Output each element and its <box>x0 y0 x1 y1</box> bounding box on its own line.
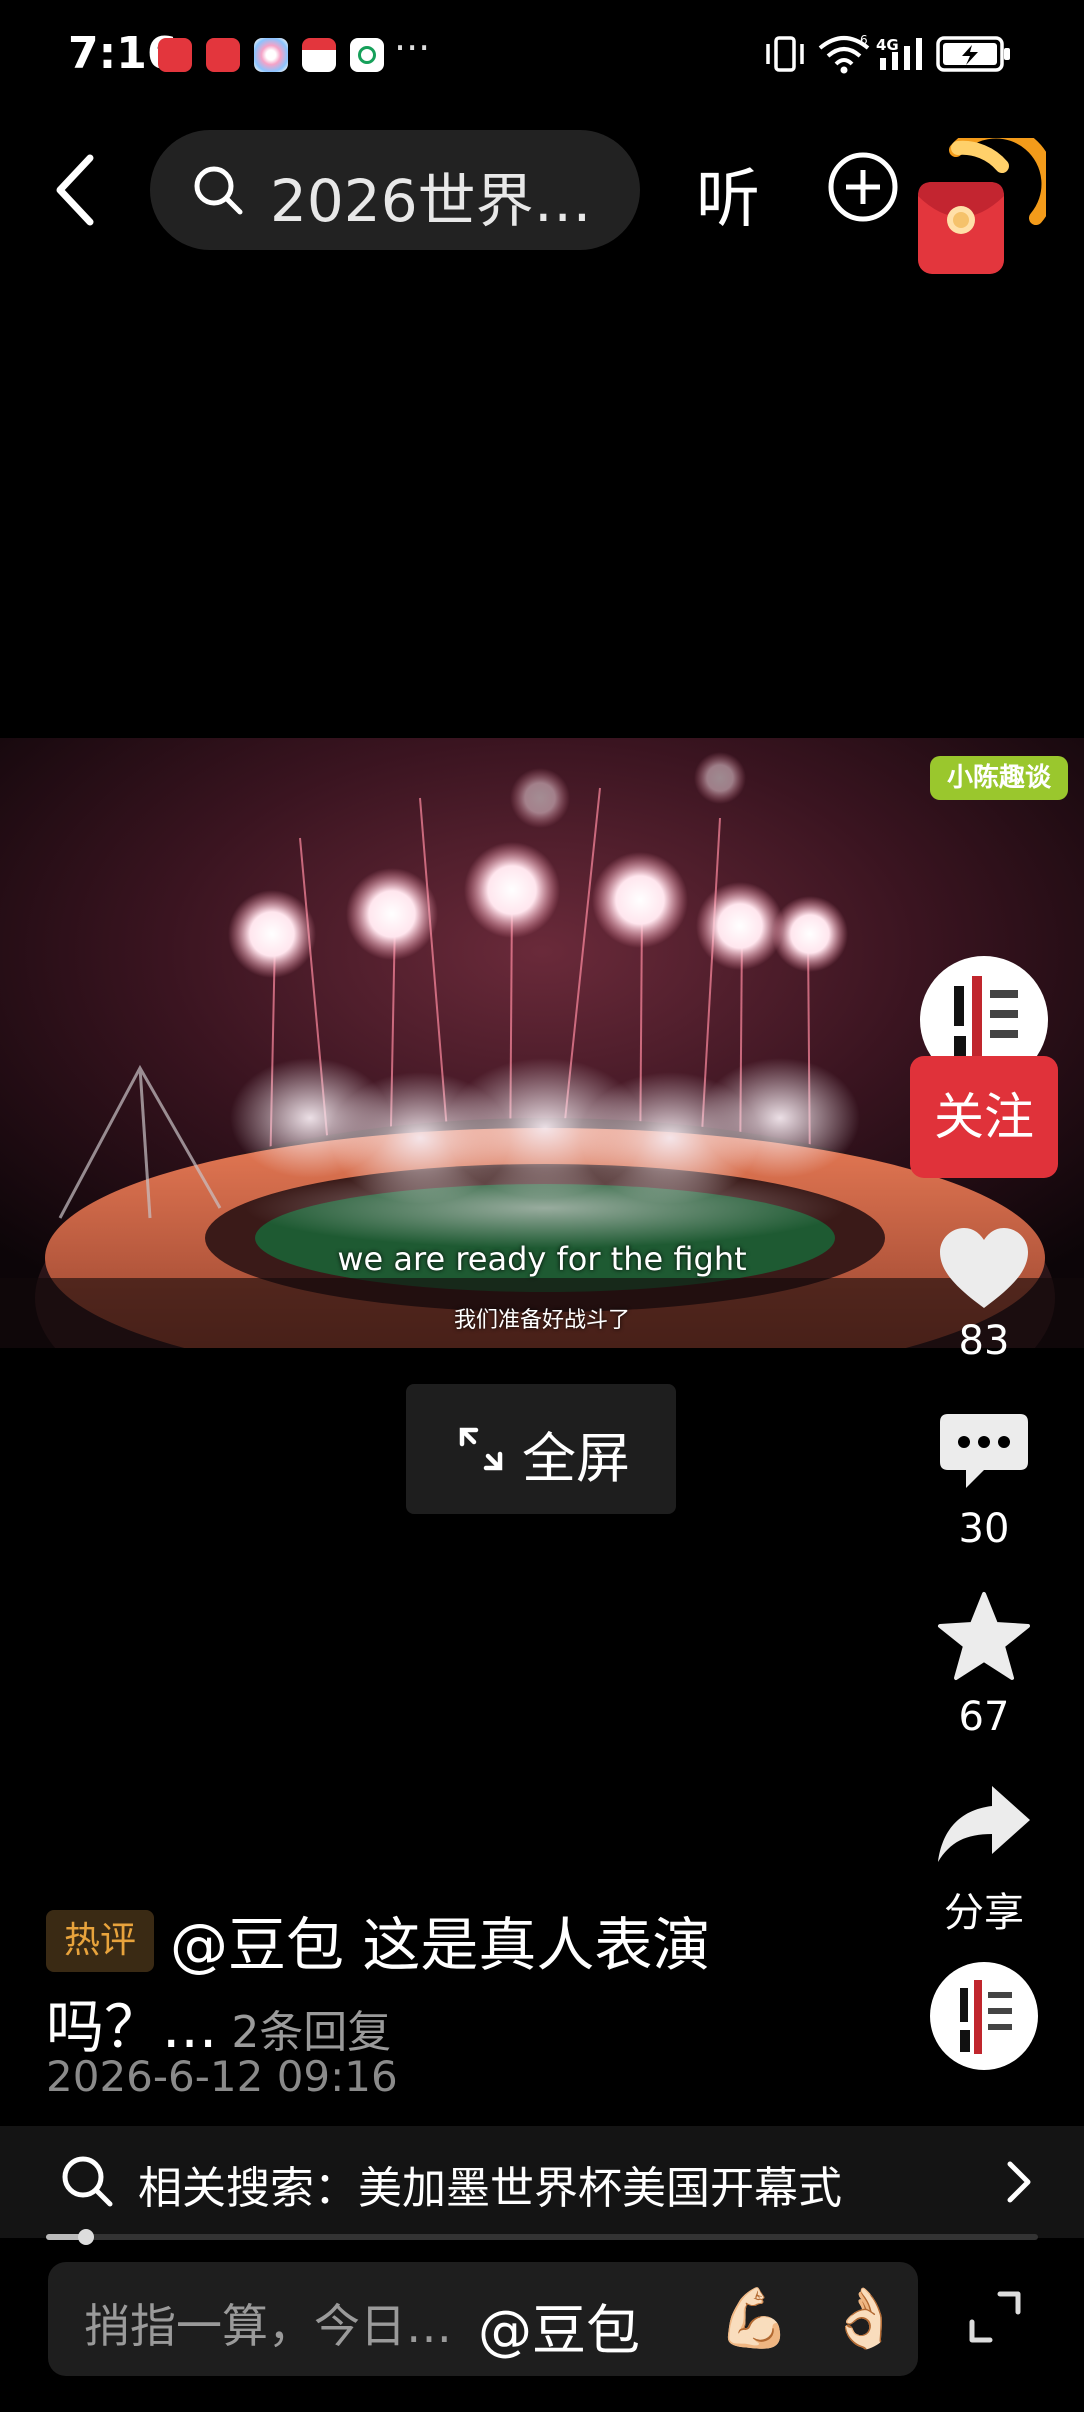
add-button[interactable] <box>826 150 900 224</box>
mention-doubao[interactable]: @豆包 <box>478 2286 640 2365</box>
favorite-star-icon[interactable] <box>934 1588 1034 1688</box>
comment-count: 30 <box>958 1506 1010 1552</box>
more-notifications: ··· <box>394 26 431 70</box>
comment-text-end: 吗？... <box>46 1993 218 2061</box>
share-label[interactable]: 分享 <box>900 1880 1068 1938</box>
chevron-right-icon <box>1007 2161 1031 2203</box>
favorite-count: 67 <box>958 1694 1010 1740</box>
replies-link[interactable]: 2条回复 <box>231 2007 391 2058</box>
music-disc-avatar[interactable] <box>930 1962 1038 2070</box>
subtitle-english: we are ready for the fight <box>337 1240 747 1278</box>
listen-button[interactable]: 听 <box>696 148 760 240</box>
comment-input-placeholder: 捎指一算，今日… <box>84 2299 452 2353</box>
search-icon <box>194 166 243 215</box>
battery-icon <box>936 36 1010 72</box>
comment-date: 2026-6-12 09:16 <box>46 2052 398 2101</box>
store-icon <box>302 38 336 72</box>
back-button[interactable] <box>46 150 106 230</box>
comment-icon[interactable] <box>934 1400 1034 1500</box>
vibrate-icon <box>766 36 804 72</box>
gallery-icon <box>254 38 288 72</box>
search-bar[interactable]: 2026世界… <box>150 130 640 250</box>
comment-text-line1[interactable]: @豆包 这是真人表演 <box>170 1898 710 1982</box>
emoji-ok-icon[interactable]: 👌🏻 <box>828 2284 900 2353</box>
hot-comment-badge: 热评 <box>46 1910 154 1972</box>
author-logo-small <box>960 1980 1012 2054</box>
search-icon <box>62 2156 113 2207</box>
status-bar: 7:16 ··· 6 4G <box>0 0 1084 110</box>
cell-signal-icon: 4G <box>876 36 922 70</box>
huawei-icon <box>158 38 192 72</box>
svg-text:6: 6 <box>860 34 868 47</box>
expand-icon[interactable] <box>966 2288 1024 2346</box>
fullscreen-icon <box>459 1427 503 1471</box>
mobile-icon <box>350 38 384 72</box>
search-query: 2026世界… <box>270 167 592 235</box>
like-heart-icon[interactable] <box>934 1220 1034 1320</box>
share-arrow-icon[interactable] <box>934 1776 1034 1876</box>
video-progress-handle[interactable] <box>77 2229 94 2245</box>
comment-input[interactable]: 捎指一算，今日… @豆包 💪🏻 👌🏻 <box>48 2262 918 2376</box>
emoji-flex-icon[interactable]: 💪🏻 <box>718 2284 790 2353</box>
related-search-text: 相关搜索：美加墨世界杯美国开幕式 <box>138 2163 842 2214</box>
svg-text:4G: 4G <box>876 36 899 54</box>
related-search-bar[interactable]: 相关搜索：美加墨世界杯美国开幕式 <box>0 2126 1084 2238</box>
fullscreen-label: 全屏 <box>522 1427 630 1490</box>
huawei-icon <box>206 38 240 72</box>
red-packet-icon[interactable] <box>906 138 1046 288</box>
like-count: 83 <box>958 1318 1010 1364</box>
wifi-icon: 6 <box>818 34 870 74</box>
channel-watermark: 小陈趣谈 <box>930 756 1068 800</box>
fullscreen-button[interactable]: 全屏 <box>406 1384 676 1514</box>
follow-button[interactable]: 关注 <box>910 1056 1058 1178</box>
video-progress-track[interactable] <box>46 2234 1038 2240</box>
